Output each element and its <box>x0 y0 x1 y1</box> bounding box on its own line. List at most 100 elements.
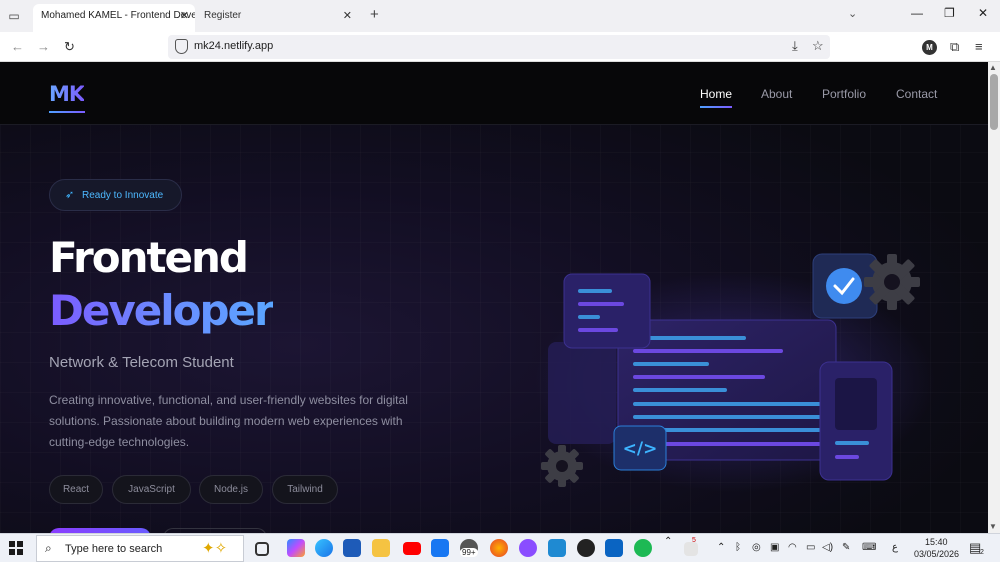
tab-title: Register <box>204 10 242 21</box>
tab-register[interactable]: Register ✕ <box>196 4 358 32</box>
display-icon[interactable]: ▭ <box>806 542 815 553</box>
mail-badge: 99+ <box>460 548 478 557</box>
notification-count: 2 <box>980 549 984 556</box>
code-line <box>633 362 709 366</box>
sync-icon[interactable]: ◎ <box>752 542 761 553</box>
url-text[interactable]: mk24.netlify.app <box>194 40 273 52</box>
clock-time[interactable]: 15:40 <box>925 537 948 547</box>
site-header: MK Home About Portfolio Contact <box>0 62 988 125</box>
gear-icon <box>541 445 583 487</box>
shield-icon[interactable] <box>175 39 188 54</box>
task-view-icon[interactable] <box>255 542 269 556</box>
tab-list-icon[interactable]: ▭ <box>6 8 22 24</box>
badge-label: Ready to Innovate <box>82 190 164 201</box>
outlook-icon[interactable] <box>605 539 623 557</box>
wifi-icon[interactable]: ◠ <box>788 542 797 553</box>
chevron-down-icon[interactable]: ⌄ <box>848 7 857 20</box>
site-logo[interactable]: MK <box>49 82 85 106</box>
code-line <box>633 388 727 392</box>
input-language[interactable]: ع <box>892 542 898 553</box>
edge-icon[interactable] <box>315 539 333 557</box>
tray-app-icon[interactable] <box>684 542 698 556</box>
snippet-line <box>578 289 612 293</box>
logo-underline <box>49 111 85 113</box>
back-icon[interactable]: ← <box>11 39 24 54</box>
snippet-line <box>578 302 624 306</box>
snippet-line <box>578 328 618 332</box>
nav-about[interactable]: About <box>761 87 792 101</box>
volume-icon[interactable]: ◁) <box>822 542 833 553</box>
address-bar: ← → ↻ mk24.netlify.app ⤓ ☆ M ⧉ ≡ <box>0 32 1000 62</box>
page-scrollbar[interactable]: ▲ ▼ <box>988 62 1000 533</box>
bookmark-star-icon[interactable]: ☆ <box>812 38 824 54</box>
back-panel <box>548 342 616 444</box>
code-line <box>633 415 821 419</box>
close-tab-icon[interactable]: ✕ <box>343 4 352 28</box>
gear-icon <box>864 254 920 310</box>
code-line <box>633 375 765 379</box>
tech-tag-javascript: JavaScript <box>112 475 191 504</box>
restore-icon[interactable]: ❐ <box>944 6 955 20</box>
hero-title-line1: Frontend <box>49 233 249 282</box>
phone-line <box>835 455 859 459</box>
sparkle-icon: ✦✧ <box>202 540 228 557</box>
camera-icon[interactable]: ▣ <box>770 542 779 553</box>
scroll-thumb[interactable] <box>990 74 998 130</box>
new-tab-button[interactable]: + <box>370 6 379 23</box>
scroll-down-icon[interactable]: ▼ <box>989 522 997 531</box>
file-explorer-icon[interactable] <box>372 539 390 557</box>
tech-tag-nodejs: Node.js <box>199 475 263 504</box>
close-tab-icon[interactable]: ✕ <box>180 4 189 28</box>
spotify-icon[interactable] <box>634 539 652 557</box>
firefox-icon[interactable] <box>490 539 508 557</box>
tab-active[interactable]: Mohamed KAMEL - Frontend Devel ✕ <box>33 4 195 32</box>
chevron-up-icon[interactable]: ⌃ <box>664 536 672 547</box>
bluetooth-icon[interactable]: ᛒ <box>735 542 741 553</box>
phone-line <box>835 441 869 445</box>
clock-date[interactable]: 03/05/2026 <box>914 549 959 559</box>
code-line <box>633 349 783 353</box>
vscode-icon[interactable] <box>548 539 566 557</box>
tab-title: Mohamed KAMEL - Frontend Devel <box>41 10 195 21</box>
app-icon[interactable] <box>519 539 537 557</box>
close-window-icon[interactable]: ✕ <box>978 6 988 20</box>
store-icon[interactable] <box>343 539 361 557</box>
show-hidden-icons[interactable]: ⌃ <box>717 542 725 553</box>
youtube-icon[interactable] <box>403 542 421 555</box>
tray-badge: 5 <box>692 537 696 544</box>
pen-icon[interactable]: ✎ <box>842 542 850 553</box>
minimize-icon[interactable]: — <box>911 6 923 20</box>
extensions-icon[interactable]: ⧉ <box>950 39 959 55</box>
web-page: MK Home About Portfolio Contact ➶ Ready … <box>0 62 988 533</box>
hero-title-line2: Developer <box>49 286 275 335</box>
nav-portfolio[interactable]: Portfolio <box>822 87 866 101</box>
notion-icon[interactable] <box>577 539 595 557</box>
hero-subtitle: Network & Telecom Student <box>49 354 234 371</box>
profile-avatar[interactable]: M <box>922 40 937 55</box>
scroll-up-icon[interactable]: ▲ <box>989 63 997 72</box>
forward-icon[interactable]: → <box>37 39 50 54</box>
browser-tab-bar: ▭ Mohamed KAMEL - Frontend Devel ✕ Regis… <box>0 0 1000 32</box>
keyboard-icon[interactable]: ⌨ <box>862 542 876 553</box>
taskbar-search[interactable]: ⌕ Type here to search ✦✧ <box>36 535 244 562</box>
install-icon[interactable]: ⤓ <box>792 38 798 54</box>
search-icon: ⌕ <box>45 541 52 555</box>
taskbar: ⌕ Type here to search ✦✧ 99+ 5 ⌃ ⌃ ᛒ ◎ ▣… <box>0 533 1000 562</box>
search-placeholder: Type here to search <box>65 543 163 555</box>
code-symbol-icon: </> <box>623 439 658 459</box>
hero-illustration: </> <box>535 253 935 492</box>
windows-start-icon[interactable] <box>9 541 23 555</box>
nav-home[interactable]: Home <box>700 87 732 101</box>
menu-icon[interactable]: ≡ <box>975 39 983 54</box>
facebook-icon[interactable] <box>431 539 449 557</box>
nav-contact[interactable]: Contact <box>896 87 937 101</box>
snippet-card <box>563 273 651 349</box>
code-line <box>633 402 821 406</box>
phone-screen <box>835 378 877 430</box>
status-badge: ➶ Ready to Innovate <box>49 179 182 211</box>
reload-icon[interactable]: ↻ <box>64 39 75 55</box>
rocket-icon: ➶ <box>65 189 75 201</box>
copilot-icon[interactable] <box>287 539 305 557</box>
check-icon <box>826 268 862 304</box>
url-field[interactable]: mk24.netlify.app ⤓ ☆ <box>168 35 830 59</box>
